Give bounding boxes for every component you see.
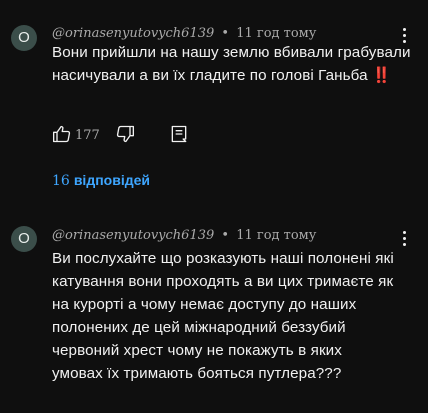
- more-vert-icon[interactable]: [400, 231, 408, 249]
- comment-meta: @orinasenyutovych6139 • 11 год тому: [52, 228, 316, 243]
- meta-separator: •: [221, 26, 230, 41]
- avatar[interactable]: O: [11, 25, 37, 51]
- author-name[interactable]: @orinasenyutovych6139: [52, 26, 214, 41]
- avatar[interactable]: O: [11, 226, 37, 252]
- replies-count: 16: [52, 173, 70, 189]
- author-name[interactable]: @orinasenyutovych6139: [52, 228, 214, 243]
- comment-text: Ви послухайте що розказують наші полонен…: [52, 250, 394, 382]
- replies-toggle[interactable]: 16 відповідей: [52, 172, 150, 189]
- comment-text: Вони прийшли на нашу землю вбивали грабу…: [52, 44, 411, 84]
- thumb-up-icon[interactable]: [52, 124, 72, 144]
- comment-time[interactable]: 11 год тому: [236, 228, 316, 243]
- comment-time[interactable]: 11 год тому: [236, 26, 316, 41]
- like-count: 177: [75, 128, 100, 143]
- replies-label: відповідей: [73, 172, 150, 188]
- reply-icon[interactable]: [169, 124, 189, 144]
- comment-meta: @orinasenyutovych6139 • 11 год тому: [52, 26, 316, 41]
- thumb-down-icon[interactable]: [115, 124, 135, 144]
- meta-separator: •: [221, 228, 230, 243]
